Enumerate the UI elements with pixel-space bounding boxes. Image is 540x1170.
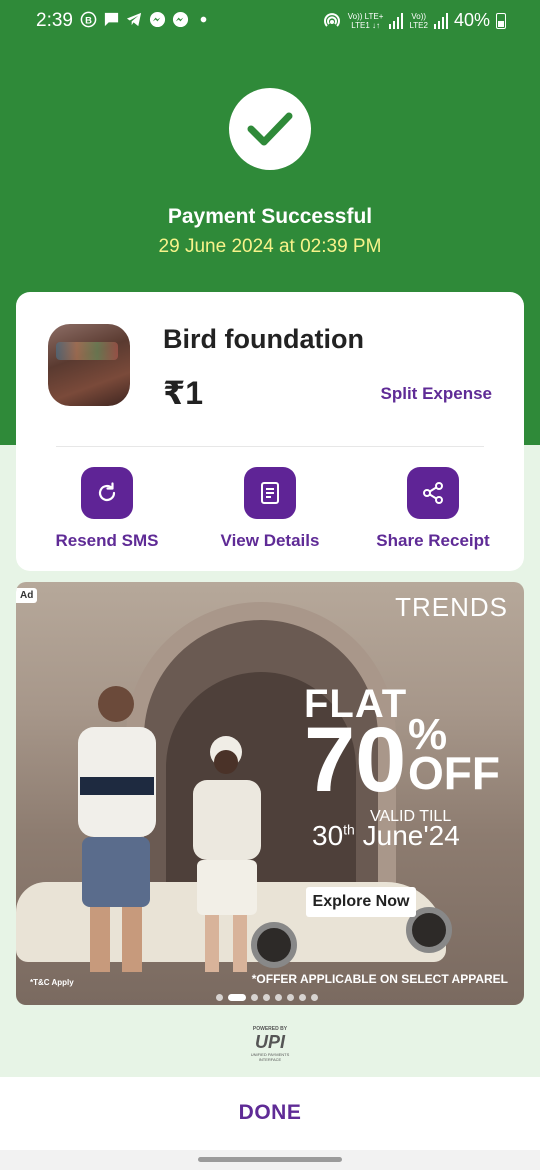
ad-banner[interactable]: Ad TRENDS FLAT 70 % OFF VALID TILL 30th …	[16, 582, 524, 1005]
ad-date-day: 30	[312, 820, 344, 851]
resend-sms-label: Resend SMS	[55, 531, 159, 550]
split-expense-button[interactable]: Split Expense	[381, 384, 492, 404]
carousel-dot[interactable]	[287, 994, 294, 1001]
share-receipt-button[interactable]: Share Receipt	[358, 467, 508, 551]
signal-icon-2	[433, 12, 448, 29]
message-icon	[104, 12, 119, 27]
ad-model-woman-graphic	[193, 736, 261, 972]
payment-status-title: Payment Successful	[167, 205, 373, 228]
ad-date-suffix: th	[343, 821, 355, 838]
carousel-dot[interactable]	[216, 994, 223, 1001]
carousel-dot[interactable]	[299, 994, 306, 1001]
ad-valid-date: 30th June'24	[312, 820, 460, 852]
payee-name: Bird foundation	[163, 324, 364, 354]
resend-sms-button[interactable]: Resend SMS	[32, 467, 182, 551]
ad-brand-logo: TRENDS	[395, 592, 508, 622]
ad-terms: *T&C Apply	[30, 978, 74, 987]
checkmark-icon	[247, 112, 293, 146]
refresh-icon	[98, 482, 116, 502]
carousel-dot[interactable]	[263, 994, 270, 1001]
ad-discount-value: 70	[304, 709, 407, 811]
success-check-badge	[229, 88, 311, 170]
view-details-label: View Details	[220, 531, 320, 550]
carousel-dot[interactable]	[251, 994, 258, 1001]
ad-off-text: OFF	[408, 747, 500, 799]
telegram-icon	[126, 12, 142, 27]
done-button[interactable]: DONE	[0, 1101, 540, 1125]
payment-amount: ₹1	[163, 375, 204, 411]
home-gesture-handle[interactable]	[198, 1157, 342, 1162]
notification-icons: B	[80, 11, 212, 28]
ad-date-rest: June'24	[354, 820, 460, 851]
upi-subtitle: UNIFIED PAYMENTS INTERFACE	[250, 1052, 290, 1062]
payment-card: Bird foundation ₹1 Split Expense Resend …	[16, 292, 524, 571]
carousel-dot[interactable]	[311, 994, 318, 1001]
svg-text:B: B	[85, 15, 92, 26]
messenger-icon-2	[172, 11, 189, 28]
view-details-button[interactable]: View Details	[195, 467, 345, 551]
status-time: 2:39	[36, 10, 73, 31]
battery-percent: 40%	[453, 10, 490, 30]
share-icon	[423, 482, 443, 504]
view-details-icon-tile[interactable]	[244, 467, 296, 519]
document-icon	[261, 482, 279, 504]
share-receipt-label: Share Receipt	[376, 531, 490, 550]
resend-sms-icon-tile[interactable]	[81, 467, 133, 519]
carousel-dot[interactable]	[228, 994, 246, 1001]
carousel-dot[interactable]	[275, 994, 282, 1001]
hotspot-icon	[323, 12, 340, 27]
system-status-icons: Vo)) LTE+ LTE1 ↓↑ Vo)) LTE2 40%	[322, 10, 506, 31]
ad-fine-print: *OFFER APPLICABLE ON SELECT APPAREL	[251, 972, 508, 986]
card-divider	[56, 446, 484, 447]
ad-model-man-graphic	[78, 686, 156, 972]
ad-label: Ad	[16, 588, 38, 603]
payee-avatar	[48, 324, 130, 406]
upi-logo: POWERED BY UPI UNIFIED PAYMENTS INTERFAC…	[240, 1026, 300, 1062]
messenger-icon	[149, 11, 166, 28]
status-bar: 2:39 B Vo)) LTE+ LTE1 ↓↑ Vo)) LTE2 40%	[0, 0, 540, 42]
network-label-1: Vo)) LTE+ LTE1 ↓↑	[347, 11, 384, 30]
explore-now-button[interactable]: Explore Now	[306, 887, 416, 917]
share-receipt-icon-tile[interactable]	[407, 467, 459, 519]
payment-datetime: 29 June 2024 at 02:39 PM	[158, 236, 382, 257]
dot-icon	[200, 16, 207, 23]
carousel-indicators	[216, 994, 318, 1001]
b-circle-icon: B	[80, 11, 97, 28]
upi-wordmark: UPI	[254, 1032, 285, 1052]
network-label-2: Vo)) LTE2	[409, 11, 428, 30]
signal-icon	[389, 12, 404, 29]
battery-icon	[496, 12, 506, 29]
